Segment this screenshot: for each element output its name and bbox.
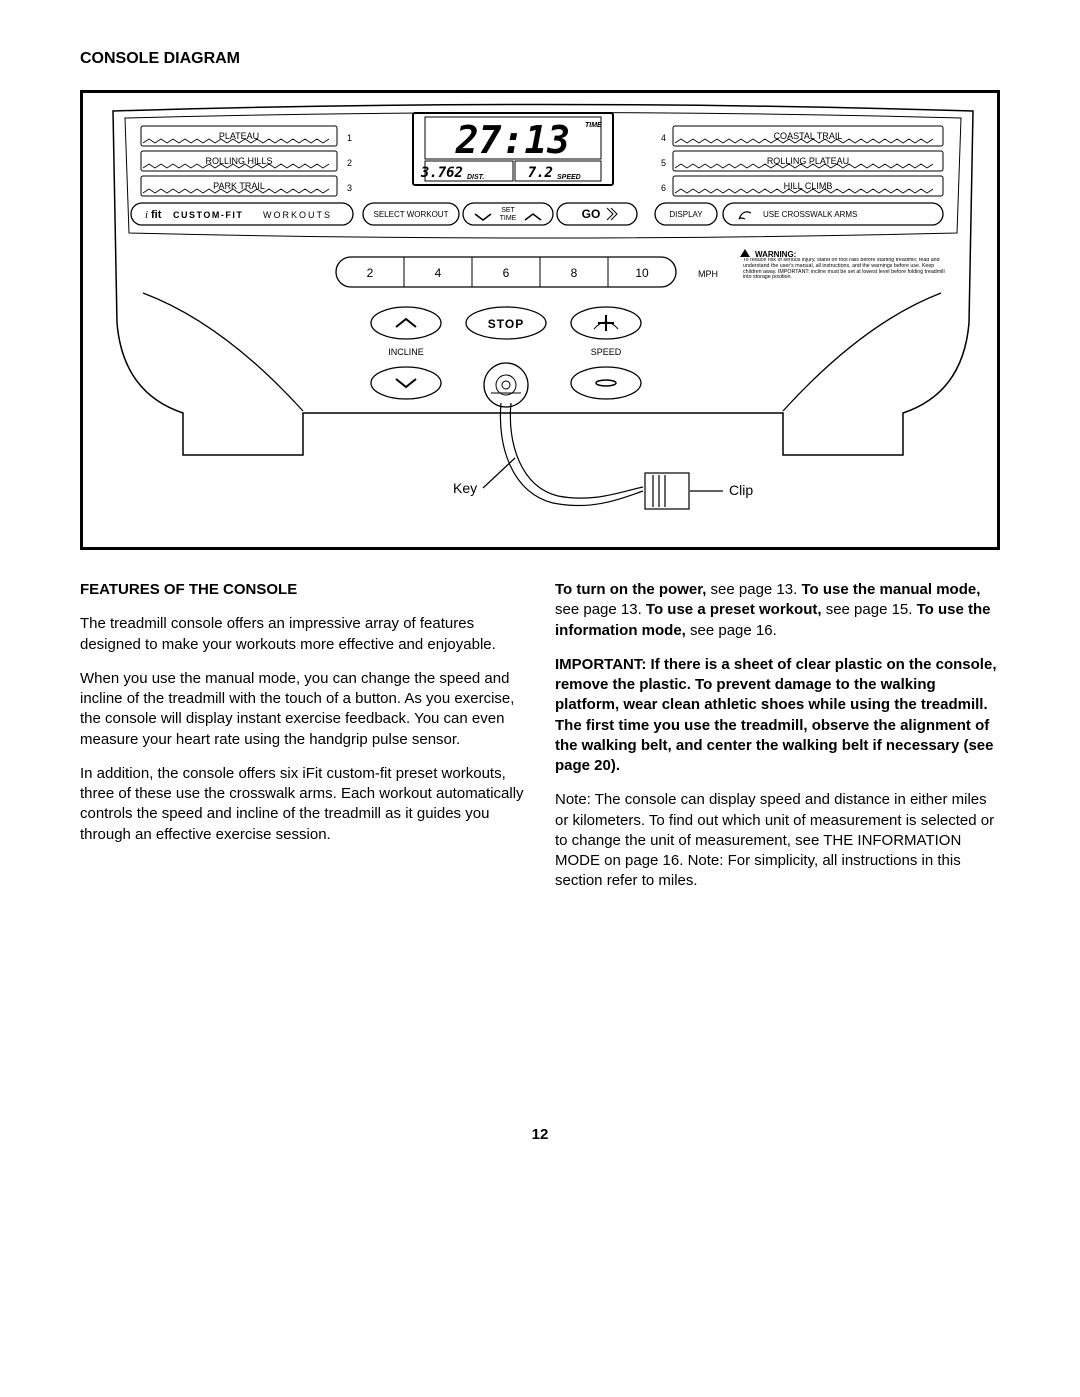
speed-up-button[interactable] — [571, 307, 641, 339]
warning-label: WARNING: To reduce risk of serious injur… — [740, 249, 953, 308]
paragraph: When you use the manual mode, you can ch… — [80, 669, 525, 750]
set-time-button[interactable]: SET TIME — [463, 203, 553, 225]
workout-hill-climb: HILL CLIMB — [784, 181, 833, 191]
svg-text:1: 1 — [347, 133, 352, 143]
svg-text:USE CROSSWALK ARMS: USE CROSSWALK ARMS — [763, 210, 857, 219]
go-button[interactable]: GO — [557, 203, 637, 225]
lcd-time-value: 27:13 — [455, 118, 570, 162]
speed-down-button[interactable] — [571, 367, 641, 399]
lcd-dist-value: 3.762 — [420, 165, 463, 181]
select-workout-button[interactable]: SELECT WORKOUT — [363, 203, 459, 225]
section-title: CONSOLE DIAGRAM — [80, 50, 1000, 68]
speed-4-button[interactable]: 4 — [435, 266, 442, 280]
features-heading: FEATURES OF THE CONSOLE — [80, 580, 525, 600]
svg-text:STOP: STOP — [488, 317, 524, 331]
incline-label: INCLINE — [388, 347, 424, 357]
key-callout: Key — [453, 480, 477, 496]
chevron-up-icon — [396, 319, 416, 327]
ifit-button[interactable]: i fit CUSTOM-FIT WORKOUTS — [131, 203, 353, 225]
lcd-speed-label: SPEED — [557, 174, 581, 181]
svg-text:5: 5 — [661, 158, 666, 168]
paragraph: In addition, the console offers six iFit… — [80, 764, 525, 845]
chevron-down-icon — [396, 379, 416, 387]
svg-text:fit: fit — [151, 209, 162, 221]
workout-coastal-trail: COASTAL TRAIL — [774, 131, 843, 141]
paragraph: Note: The console can display speed and … — [555, 790, 1000, 891]
display-button[interactable]: DISPLAY — [655, 203, 717, 225]
workout-rolling-hills: ROLLING HILLS — [205, 156, 272, 166]
paragraph: The treadmill console offers an impressi… — [80, 614, 525, 655]
double-chevron-right-icon — [607, 208, 617, 220]
chevron-down-icon — [475, 214, 491, 220]
speed-8-button[interactable]: 8 — [571, 266, 578, 280]
page-number: 12 — [80, 1126, 1000, 1143]
speed-10-button[interactable]: 10 — [635, 266, 649, 280]
svg-text:SELECT WORKOUT: SELECT WORKOUT — [374, 210, 449, 219]
lcd-dist-label: DIST. — [467, 174, 484, 181]
svg-text:TIME: TIME — [500, 215, 517, 222]
svg-text:3: 3 — [347, 183, 352, 193]
svg-text:CUSTOM-FIT: CUSTOM-FIT — [173, 210, 243, 220]
speed-preset-bar: 2 4 6 8 10 MPH — [336, 257, 718, 287]
paragraph: To turn on the power, see page 13. To us… — [555, 580, 1000, 641]
important-paragraph: IMPORTANT: If there is a sheet of clear … — [555, 655, 1000, 777]
crosswalk-button[interactable]: USE CROSSWALK ARMS — [723, 203, 943, 225]
workout-plateau: PLATEAU — [219, 131, 259, 141]
workout-rolling-plateau: ROLLING PLATEAU — [767, 156, 849, 166]
workout-park-trail: PARK TRAIL — [213, 181, 265, 191]
clip-callout: Clip — [729, 482, 753, 498]
incline-down-button[interactable] — [371, 367, 441, 399]
workouts-right: COASTAL TRAIL 4 ROLLING PLATEAU 5 HILL C… — [661, 126, 943, 196]
lcd-display: 27:13 TIME 3.762 DIST. 7.2 SPEED — [413, 113, 613, 185]
svg-text:SET: SET — [501, 207, 515, 214]
svg-text:i: i — [145, 209, 148, 221]
svg-text:2: 2 — [347, 158, 352, 168]
mph-label: MPH — [698, 269, 718, 279]
svg-text:WORKOUTS: WORKOUTS — [263, 210, 332, 220]
stop-button[interactable]: STOP — [466, 307, 546, 339]
lcd-speed-value: 7.2 — [528, 165, 553, 181]
console-diagram: PLATEAU 1 ROLLING HILLS 2 PARK TRAIL 3 C… — [80, 90, 1000, 550]
left-column: FEATURES OF THE CONSOLE The treadmill co… — [80, 580, 525, 906]
right-column: To turn on the power, see page 13. To us… — [555, 580, 1000, 906]
lanyard — [483, 403, 723, 509]
svg-text:6: 6 — [661, 183, 666, 193]
svg-text:DISPLAY: DISPLAY — [669, 210, 703, 219]
svg-text:4: 4 — [661, 133, 666, 143]
speed-label: SPEED — [591, 347, 622, 357]
svg-text:GO: GO — [582, 207, 601, 221]
lcd-time-label: TIME — [585, 122, 602, 129]
arms-icon — [739, 212, 751, 219]
incline-up-button[interactable] — [371, 307, 441, 339]
workouts-left: PLATEAU 1 ROLLING HILLS 2 PARK TRAIL 3 — [141, 126, 352, 196]
safety-key-socket[interactable] — [484, 363, 528, 407]
chevron-up-icon — [525, 214, 541, 220]
speed-2-button[interactable]: 2 — [367, 266, 374, 280]
speed-6-button[interactable]: 6 — [503, 266, 510, 280]
